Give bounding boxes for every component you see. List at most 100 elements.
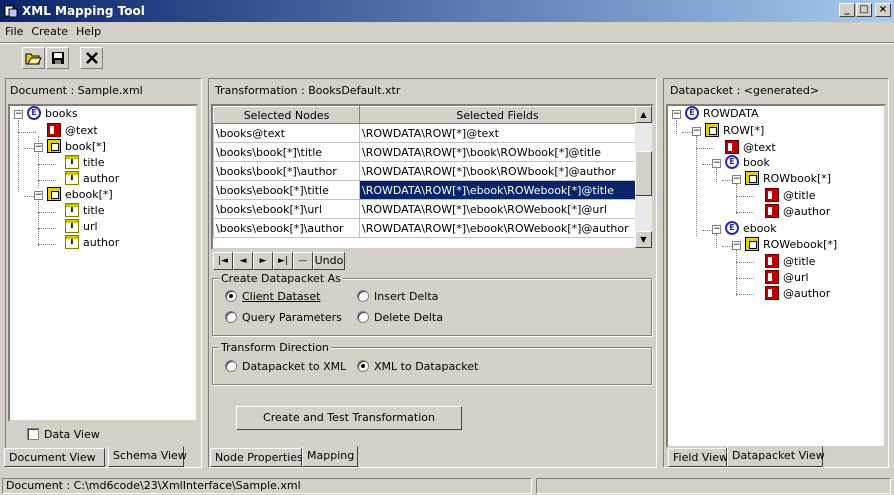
- menu-help[interactable]: Help: [71, 22, 104, 38]
- attribute-icon: [765, 286, 779, 300]
- checkbox-box[interactable]: [27, 428, 39, 440]
- delete-record-button[interactable]: —: [293, 252, 313, 270]
- open-folder-icon[interactable]: [22, 47, 45, 69]
- tree-node-title[interactable]: Ttitle: [65, 155, 105, 171]
- collapse-toggle[interactable]: −: [712, 159, 721, 168]
- menu-file[interactable]: File: [0, 22, 26, 38]
- tree-node-text-attr[interactable]: @text: [47, 123, 98, 139]
- attribute-icon: [765, 270, 779, 284]
- element-icon: E: [27, 106, 41, 120]
- node-cell[interactable]: \books\ebook[*]\url: [213, 199, 360, 219]
- element-icon: E: [685, 106, 699, 120]
- next-record-button[interactable]: ►: [253, 252, 273, 270]
- table-row[interactable]: \books\ebook[*]\title \ROWDATA\ROW[*]\ebo…: [213, 180, 636, 200]
- collapse-toggle[interactable]: −: [712, 225, 721, 234]
- tree-node-ebook-url[interactable]: Turl: [65, 219, 98, 235]
- tab-node-properties[interactable]: Node Properties: [210, 448, 303, 467]
- tab-field-view[interactable]: Field View: [668, 448, 728, 467]
- scroll-down-arrow-icon[interactable]: ▼: [635, 231, 652, 248]
- tab-document-view[interactable]: Document View: [4, 448, 105, 467]
- tree-node-ebook[interactable]: Eebook: [725, 221, 777, 237]
- radio-delete-delta[interactable]: Delete Delta: [357, 311, 443, 324]
- tree-node-rowebook[interactable]: ROWebook[*]: [745, 237, 837, 253]
- grid-scrollbar[interactable]: ▲ ▼: [635, 106, 652, 248]
- tree-node-book-title[interactable]: @title: [765, 188, 816, 204]
- node-cell[interactable]: \books@text: [213, 123, 360, 143]
- field-cell[interactable]: \ROWDATA\ROW[*]@text: [359, 123, 636, 143]
- tree-node-ebook-url[interactable]: @url: [765, 270, 809, 286]
- tree-node-row[interactable]: ROW[*]: [705, 123, 764, 139]
- datapacket-tree[interactable]: − E ROWDATA − ROW[*] @text − Ebook − ROWb…: [666, 104, 886, 448]
- collapse-toggle[interactable]: −: [732, 175, 741, 184]
- collapse-toggle[interactable]: −: [692, 127, 701, 136]
- table-row[interactable]: \books\ebook[*]\author \ROWDATA\ROW[*]\eb…: [213, 218, 636, 238]
- maximize-button[interactable]: □: [856, 3, 872, 17]
- table-row[interactable]: \books\ebook[*]\url \ROWDATA\ROW[*]\ebook…: [213, 199, 636, 219]
- text-icon: T: [65, 155, 79, 169]
- transformation-header: Transformation : BooksDefault.xtr: [215, 84, 401, 97]
- tree-node-ebook-author[interactable]: Tauthor: [65, 235, 119, 251]
- tree-node-book-author[interactable]: @author: [765, 204, 830, 220]
- tab-schema-view[interactable]: Schema View: [108, 446, 187, 467]
- prev-record-button[interactable]: ◄: [233, 252, 253, 270]
- create-test-transformation-button[interactable]: Create and Test Transformation: [236, 406, 462, 430]
- document-tree[interactable]: − Ebooks @text − book[*] Ttitle Tauthor …: [8, 104, 198, 422]
- field-cell[interactable]: \ROWDATA\ROW[*]\book\ROWbook[*]@title: [359, 142, 636, 162]
- row-icon: [705, 123, 719, 137]
- collapse-toggle[interactable]: −: [34, 143, 43, 152]
- node-cell[interactable]: \books\book[*]\title: [213, 142, 360, 162]
- radio-xml-to-datapacket[interactable]: XML to Datapacket: [357, 360, 478, 373]
- table-row[interactable]: \books\book[*]\author \ROWDATA\ROW[*]\boo…: [213, 161, 636, 181]
- collapse-toggle[interactable]: −: [732, 241, 741, 250]
- attribute-icon: [765, 204, 779, 218]
- tree-node-books[interactable]: Ebooks: [27, 106, 78, 122]
- tree-node-rowdata[interactable]: E ROWDATA: [685, 106, 759, 122]
- field-cell[interactable]: \ROWDATA\ROW[*]\book\ROWbook[*]@author: [359, 161, 636, 181]
- row-icon: [47, 139, 61, 153]
- minimize-button[interactable]: _: [839, 3, 855, 17]
- tree-node-ebook-title[interactable]: @title: [765, 254, 816, 270]
- text-icon: T: [65, 219, 79, 233]
- close-window-button[interactable]: ×: [875, 3, 891, 17]
- tab-datapacket-view[interactable]: Datapacket View: [727, 446, 825, 467]
- radio-query-parameters[interactable]: Query Parameters: [225, 311, 342, 324]
- field-cell[interactable]: \ROWDATA\ROW[*]\ebook\ROWebook[*]@title: [359, 180, 636, 200]
- column-header-fields[interactable]: Selected Fields: [359, 106, 636, 124]
- node-cell[interactable]: \books\ebook[*]\author: [213, 218, 360, 238]
- document-header: Document : Sample.xml: [10, 84, 143, 97]
- radio-insert-delta[interactable]: Insert Delta: [357, 290, 438, 303]
- tree-node-book[interactable]: Ebook: [725, 155, 770, 171]
- tree-node-ebook-author[interactable]: @author: [765, 286, 830, 302]
- tree-node-ebook[interactable]: ebook[*]: [47, 187, 113, 203]
- field-cell[interactable]: \ROWDATA\ROW[*]\ebook\ROWebook[*]@url: [359, 199, 636, 219]
- undo-button[interactable]: Undo: [313, 252, 345, 270]
- column-header-nodes[interactable]: Selected Nodes: [213, 106, 360, 124]
- node-cell[interactable]: \books\book[*]\author: [213, 161, 360, 181]
- collapse-toggle[interactable]: −: [14, 110, 23, 119]
- tab-mapping[interactable]: Mapping: [302, 446, 358, 467]
- collapse-toggle[interactable]: −: [672, 110, 681, 119]
- scroll-up-arrow-icon[interactable]: ▲: [635, 106, 652, 123]
- node-cell[interactable]: \books\ebook[*]\title: [213, 180, 360, 200]
- radio-client-dataset[interactable]: Client Dataset: [225, 290, 320, 303]
- tree-node-ebook-title[interactable]: Ttitle: [65, 203, 105, 219]
- last-record-button[interactable]: ►|: [273, 252, 293, 270]
- status-text: Document : C:\md6code\23\XmlInterface\Sa…: [2, 478, 532, 494]
- menu-create[interactable]: Create: [26, 22, 71, 38]
- collapse-toggle[interactable]: −: [34, 191, 43, 200]
- table-row[interactable]: \books@text \ROWDATA\ROW[*]@text: [213, 123, 636, 143]
- data-view-checkbox[interactable]: Data View: [27, 428, 100, 441]
- save-disk-icon[interactable]: [46, 47, 69, 69]
- tree-node-author[interactable]: Tauthor: [65, 171, 119, 187]
- tree-node-rowbook[interactable]: ROWbook[*]: [745, 171, 831, 187]
- scroll-thumb[interactable]: [635, 151, 652, 196]
- mapping-grid[interactable]: Selected Nodes Selected Fields \books@te…: [211, 104, 654, 250]
- text-icon: T: [65, 203, 79, 217]
- close-x-icon[interactable]: [80, 47, 103, 69]
- tree-node-text[interactable]: @text: [725, 140, 776, 156]
- table-row[interactable]: \books\book[*]\title \ROWDATA\ROW[*]\book…: [213, 142, 636, 162]
- tree-node-book[interactable]: book[*]: [47, 139, 106, 155]
- radio-datapacket-to-xml[interactable]: Datapacket to XML: [225, 360, 346, 373]
- field-cell[interactable]: \ROWDATA\ROW[*]\ebook\ROWebook[*]@author: [359, 218, 636, 238]
- first-record-button[interactable]: |◄: [213, 252, 233, 270]
